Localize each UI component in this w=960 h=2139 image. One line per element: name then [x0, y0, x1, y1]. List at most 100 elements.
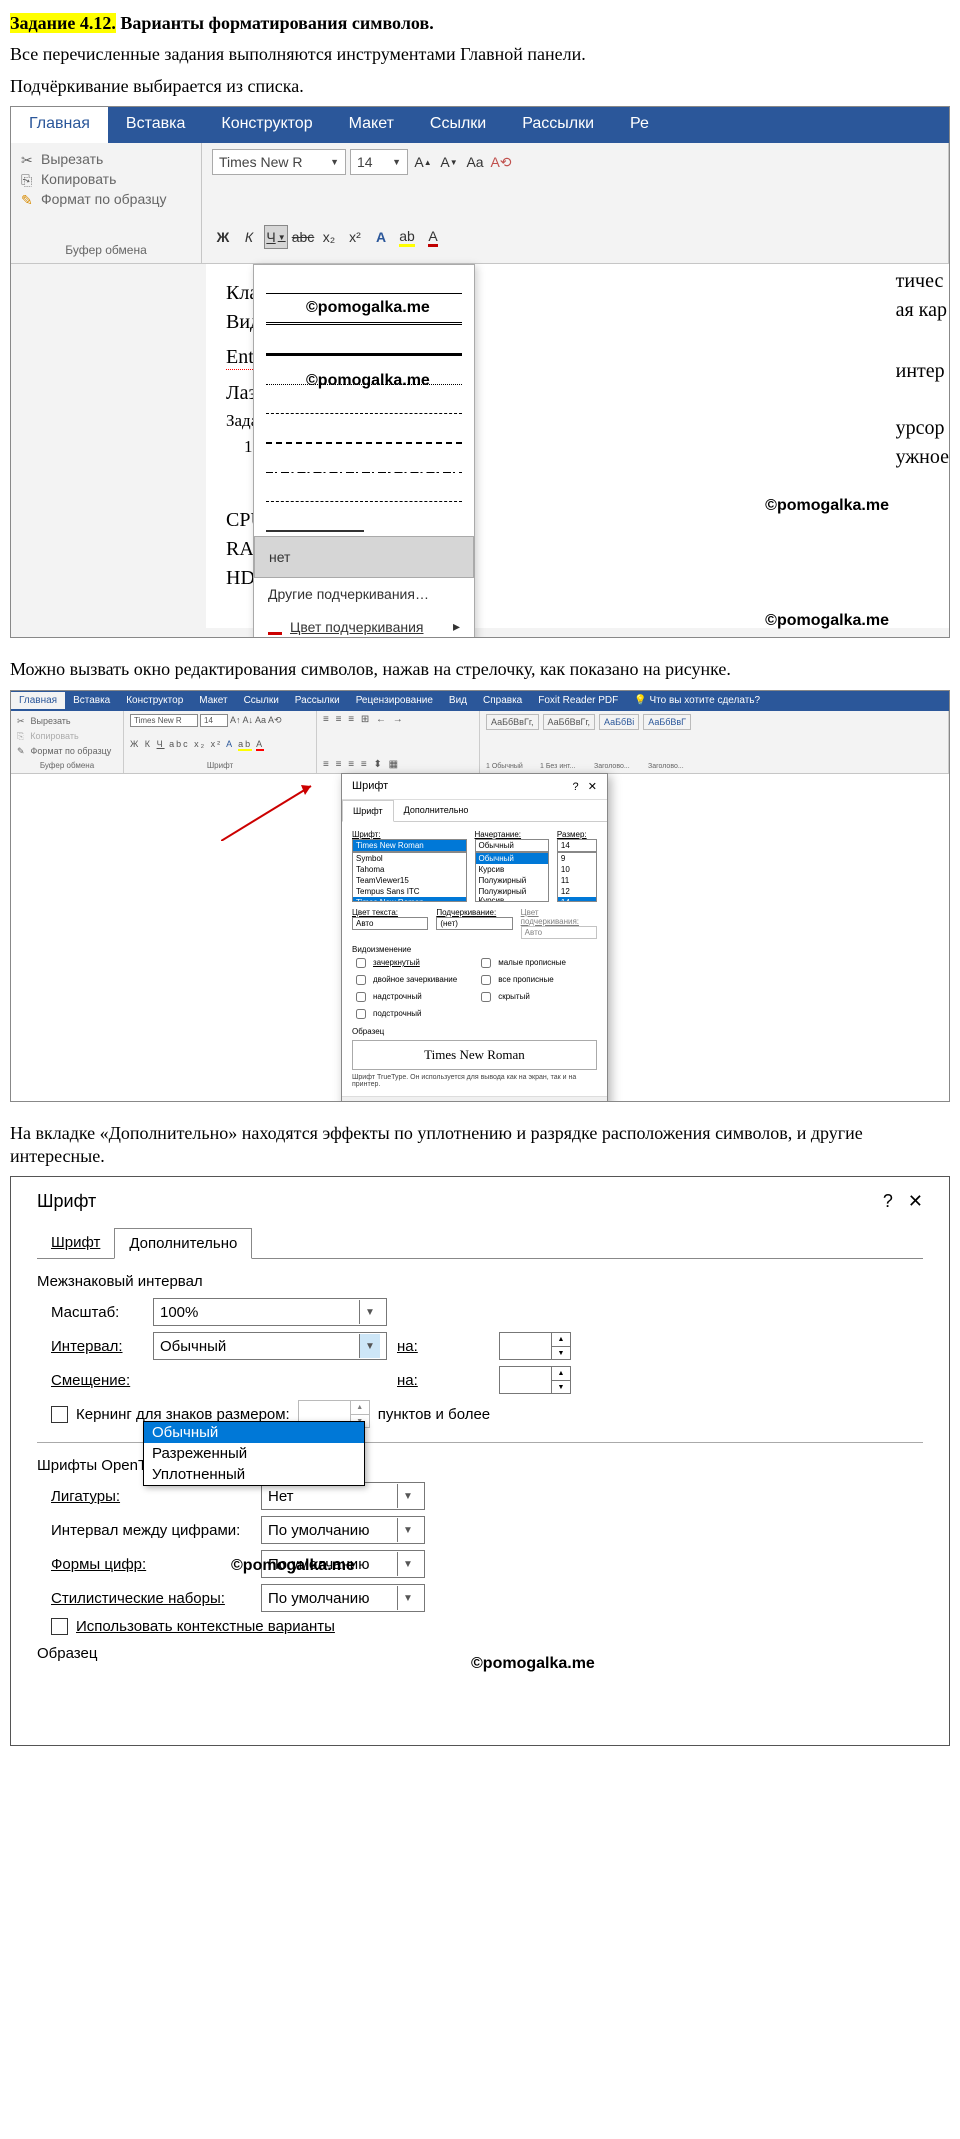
underline-more[interactable]: Другие подчеркивания… [254, 578, 474, 610]
preview-box: Times New Roman [352, 1040, 597, 1070]
help-icon[interactable]: ? [883, 1191, 893, 1211]
dd-expanded[interactable]: Разреженный [144, 1443, 364, 1464]
tab-mail[interactable]: Рассылки [287, 692, 348, 709]
font-select[interactable]: Times New R [130, 714, 198, 727]
font-select[interactable]: Times New R▼ [212, 149, 346, 175]
cb-sub[interactable]: подстрочный [352, 1006, 457, 1022]
tab-advanced[interactable]: Дополнительно [114, 1228, 252, 1259]
chevron-right-icon: ▸ [453, 618, 460, 635]
cut-button[interactable]: ✂Вырезать [21, 149, 191, 169]
interval-spin[interactable]: ▲▼ [499, 1332, 571, 1360]
bold-button[interactable]: Ж [212, 226, 234, 248]
italic-button[interactable]: К [238, 226, 260, 248]
tab-design[interactable]: Конструктор [203, 107, 330, 143]
size-select[interactable]: 14▼ [350, 149, 408, 175]
underline-style-dashdotdot[interactable] [266, 477, 462, 502]
close-icon[interactable]: ✕ [908, 1191, 923, 1211]
chevron-down-icon: ▼ [397, 1552, 418, 1576]
clear-fmt-button[interactable]: A⟲ [490, 151, 512, 173]
style-item[interactable]: АаБбВвГ [643, 714, 691, 730]
copy-button[interactable]: ⎘ Копировать [17, 729, 117, 744]
lig-select[interactable]: Нет▼ [261, 1482, 425, 1510]
tab-home[interactable]: Главная [11, 692, 65, 709]
numsp-select[interactable]: По умолчанию▼ [261, 1516, 425, 1544]
chevron-down-icon: ▼ [278, 233, 286, 242]
tab-review[interactable]: Рецензирование [348, 692, 441, 709]
tab-review-cut[interactable]: Ре [612, 107, 667, 143]
dialog-titlebar: Шрифт ? ✕ [37, 1191, 923, 1212]
contextual-checkbox[interactable]: Использовать контекстные варианты [51, 1618, 923, 1635]
cut-button[interactable]: ✂ Вырезать [17, 714, 117, 729]
clipboard-group: ✂Вырезать ⎘Копировать ✎Формат по образцу… [11, 143, 202, 263]
text-effects-button[interactable]: A [370, 226, 392, 248]
tab-advanced[interactable]: Дополнительно [394, 800, 479, 821]
intro-2: Подчёркивание выбирается из списка. [10, 75, 950, 98]
underline-style-dashed[interactable] [266, 389, 462, 414]
style-input[interactable]: Обычный [475, 839, 549, 852]
tell-me[interactable]: 💡 Что вы хотите сделать? [626, 692, 768, 709]
highlight-button[interactable]: ab [396, 226, 418, 248]
font-color-button[interactable]: A [422, 226, 444, 248]
tab-font[interactable]: Шрифт [342, 800, 394, 822]
style-listbox[interactable]: ОбычныйКурсивПолужирныйПолужирный Курсив [475, 852, 549, 902]
tab-refs[interactable]: Ссылки [236, 692, 287, 709]
shrink-font-button[interactable]: A▼ [438, 151, 460, 173]
size-listbox[interactable]: 910111214 [557, 852, 597, 902]
tab-layout[interactable]: Макет [191, 692, 235, 709]
style-item[interactable]: АаБбВі [599, 714, 639, 730]
underline-style-dashdot[interactable] [266, 448, 462, 473]
underline-none[interactable]: нет [254, 536, 474, 578]
tab-design[interactable]: Конструктор [118, 692, 191, 709]
tab-insert[interactable]: Вставка [65, 692, 118, 709]
dd-condensed[interactable]: Уплотненный [144, 1464, 364, 1485]
help-icon[interactable]: ? ✕ [572, 780, 597, 793]
offset-spin[interactable]: ▲▼ [499, 1366, 571, 1394]
tab-refs[interactable]: Ссылки [412, 107, 504, 143]
dd-normal[interactable]: Обычный [144, 1422, 364, 1443]
tab-home[interactable]: Главная [11, 107, 108, 143]
size-input[interactable]: 14 [557, 839, 597, 852]
underline-style-wave[interactable] [266, 506, 462, 532]
copy-button[interactable]: ⎘Копировать [21, 169, 191, 189]
font-listbox[interactable]: SymbolTahomaTeamViewer15Tempus Sans ITCT… [352, 852, 467, 902]
scale-select[interactable]: 100%▼ [153, 1298, 387, 1326]
cb-strike[interactable]: зачеркнутый [352, 955, 457, 971]
size-select[interactable]: 14 [200, 714, 228, 727]
tab-mail[interactable]: Рассылки [504, 107, 612, 143]
cb-smallcaps[interactable]: малые прописные [477, 955, 566, 971]
under-select[interactable]: (нет) [436, 917, 512, 930]
format-painter-button[interactable]: ✎ Формат по образцу [17, 744, 117, 759]
cb-dblstrike[interactable]: двойное зачеркивание [352, 972, 457, 988]
grow-font-button[interactable]: A▲ [412, 151, 434, 173]
color-select[interactable]: Авто [352, 917, 428, 930]
tab-font[interactable]: Шрифт [37, 1228, 114, 1258]
tab-help[interactable]: Справка [475, 692, 530, 709]
format-painter-button[interactable]: ✎Формат по образцу [21, 189, 191, 209]
subscript-button[interactable]: x₂ [318, 226, 340, 248]
tab-insert[interactable]: Вставка [108, 107, 203, 143]
watermark: ©pomogalka.me [765, 612, 889, 630]
watermark: ©pomogalka.me [471, 1655, 595, 1673]
tab-layout[interactable]: Макет [331, 107, 412, 143]
font-input[interactable]: Times New Roman [352, 839, 467, 852]
superscript-button[interactable]: x² [344, 226, 366, 248]
style-item[interactable]: АаБбВвГг, [543, 714, 596, 730]
cut-label: Вырезать [41, 151, 103, 167]
cb-hidden[interactable]: скрытый [477, 989, 566, 1005]
underline-style-thick[interactable] [266, 329, 462, 356]
strike-button[interactable]: abc [292, 226, 314, 248]
interval-select[interactable]: Обычный▼ [153, 1332, 387, 1360]
cb-super[interactable]: надстрочный [352, 989, 457, 1005]
underline-style-single[interactable] [266, 269, 462, 294]
label-ucolor: Цвет подчеркивания: [521, 908, 597, 926]
cb-allcaps[interactable]: все прописные [477, 972, 566, 988]
style-item[interactable]: АаБбВвГг, [486, 714, 539, 730]
sl1: 1 Обычный [486, 763, 536, 770]
underline-color[interactable]: Цвет подчеркивания▸ [254, 610, 474, 638]
sset-select[interactable]: По умолчанию▼ [261, 1584, 425, 1612]
tab-foxit[interactable]: Foxit Reader PDF [530, 692, 626, 709]
underline-style-dash2[interactable] [266, 418, 462, 444]
tab-view[interactable]: Вид [441, 692, 475, 709]
change-case-button[interactable]: Aa [464, 151, 486, 173]
underline-button[interactable]: Ч▼ [264, 225, 288, 249]
